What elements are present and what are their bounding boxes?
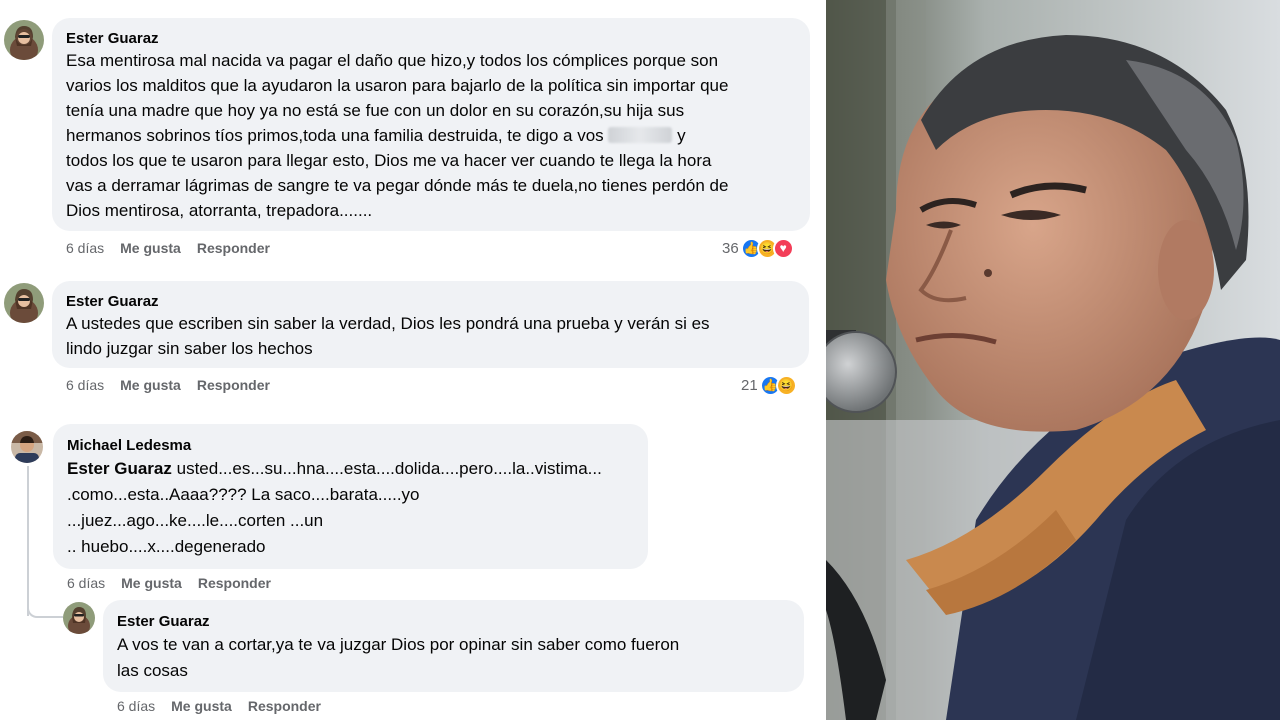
comment-author[interactable]: Ester Guaraz xyxy=(66,293,159,310)
comment-meta: 6 días Me gusta Responder xyxy=(66,377,270,393)
reply-button[interactable]: Responder xyxy=(248,698,321,714)
reactions[interactable]: 21 👍 😆 xyxy=(741,373,797,397)
avatar[interactable] xyxy=(11,431,43,463)
reaction-count: 21 xyxy=(741,376,758,394)
comments-panel: Ester Guaraz Esa mentirosa mal nacida va… xyxy=(0,0,826,720)
comment-text-line: .como...esta..Aaaa???? La saco....barata… xyxy=(67,485,420,504)
comment-text-segment: usted...es...su...hna....esta....dolida.… xyxy=(171,459,602,478)
comment-meta: 6 días Me gusta Responder xyxy=(67,575,271,591)
laughing-face-icon: 😆 xyxy=(775,374,797,396)
comment-text-line: las cosas xyxy=(117,661,188,680)
reply-button[interactable]: Responder xyxy=(197,377,270,393)
comment-meta: 6 días Me gusta Responder xyxy=(117,698,321,714)
thread-line xyxy=(27,466,29,616)
reply-button[interactable]: Responder xyxy=(198,575,271,591)
like-button[interactable]: Me gusta xyxy=(120,240,181,256)
mention-tag[interactable]: Ester Guaraz xyxy=(67,459,172,478)
comment-text-line: hermanos sobrinos tíos primos,toda una f… xyxy=(66,123,686,149)
comment-author[interactable]: Ester Guaraz xyxy=(66,30,159,47)
comment-author[interactable]: Michael Ledesma xyxy=(67,437,191,454)
comment-time[interactable]: 6 días xyxy=(66,377,104,393)
news-photo xyxy=(826,0,1280,720)
comment-text-line: Dios mentirosa, atorranta, trepadora....… xyxy=(66,201,373,220)
comment-text-line: todos los que te usaron para llegar esto… xyxy=(66,151,712,170)
comment-text-line: varios los malditos que la ayudaron la u… xyxy=(66,76,729,95)
man-portrait-photo xyxy=(826,0,1280,720)
thread-connector xyxy=(27,600,63,618)
reply-button[interactable]: Responder xyxy=(197,240,270,256)
comment-text-line: Ester Guaraz usted...es...su...hna....es… xyxy=(67,456,602,482)
comment-text-segment: hermanos sobrinos tíos primos,toda una f… xyxy=(66,126,604,145)
redacted-name xyxy=(608,127,673,143)
comment-text-line: Esa mentirosa mal nacida va pagar el dañ… xyxy=(66,51,719,70)
comment-text-line: ...juez...ago...ke....le....corten ...un xyxy=(67,511,324,530)
heart-icon: ♥ xyxy=(772,237,794,259)
reactions[interactable]: 36 👍 😆 ♥ xyxy=(722,236,794,260)
comment-meta: 6 días Me gusta Responder xyxy=(66,240,270,256)
comment-text-line: A vos te van a cortar,ya te va juzgar Di… xyxy=(117,635,680,654)
comment-author[interactable]: Ester Guaraz xyxy=(117,613,210,630)
like-button[interactable]: Me gusta xyxy=(121,575,182,591)
like-button[interactable]: Me gusta xyxy=(171,698,232,714)
avatar[interactable] xyxy=(63,602,95,634)
comment-text-line: A ustedes que escriben sin saber la verd… xyxy=(66,314,710,333)
comment-text-segment: y xyxy=(677,126,686,145)
comment-text-line: .. huebo....x....degenerado xyxy=(67,537,266,556)
comment-time[interactable]: 6 días xyxy=(66,240,104,256)
reaction-count: 36 xyxy=(722,239,739,257)
comment-time[interactable]: 6 días xyxy=(67,575,105,591)
comment-text-line: lindo juzgar sin saber los hechos xyxy=(66,339,313,358)
comment-time[interactable]: 6 días xyxy=(117,698,155,714)
like-button[interactable]: Me gusta xyxy=(120,377,181,393)
comment-text-line: tenía una madre que hoy ya no está se fu… xyxy=(66,101,685,120)
avatar[interactable] xyxy=(4,283,44,323)
avatar[interactable] xyxy=(4,20,44,60)
comment-text-line: vas a derramar lágrimas de sangre te va … xyxy=(66,176,729,195)
